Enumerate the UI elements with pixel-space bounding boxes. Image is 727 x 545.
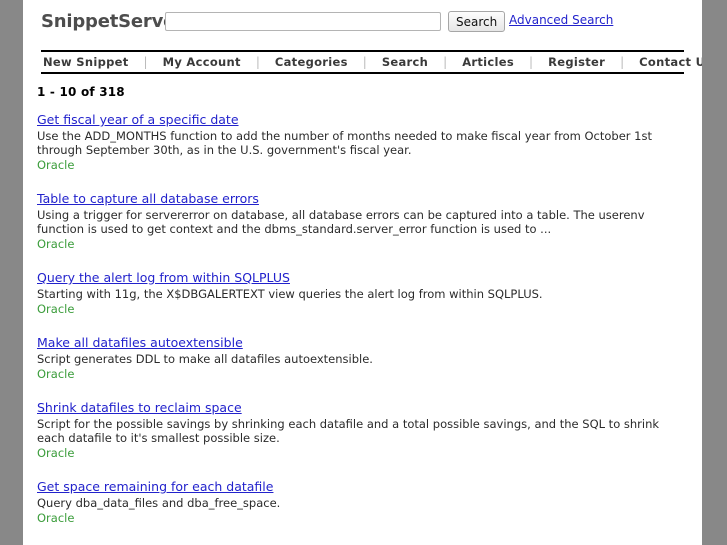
nav-item-register[interactable]: Register (546, 55, 607, 69)
page-container: SnippetServer Search Advanced Search New… (23, 0, 702, 545)
result-description: Using a trigger for servererror on datab… (37, 208, 645, 236)
main-nav: New Snippet | My Account | Categories | … (41, 50, 702, 74)
result-description: Script generates DDL to make all datafil… (37, 352, 373, 366)
result-title-link[interactable]: Query the alert log from within SQLPLUS (37, 270, 290, 285)
nav-separator: | (529, 55, 534, 69)
nav-separator: | (143, 55, 148, 69)
result-item: Query the alert log from within SQLPLUS … (37, 270, 684, 316)
result-item: Table to capture all database errors Usi… (37, 191, 684, 251)
results-area: 1 - 10 of 318 Get fiscal year of a speci… (23, 74, 702, 545)
nav-separator: | (620, 55, 625, 69)
result-description: Use the ADD_MONTHS function to add the n… (37, 129, 652, 157)
result-count: 1 - 10 of 318 (37, 85, 125, 99)
nav-item-contact-us[interactable]: Contact Us (637, 55, 702, 69)
result-title-link[interactable]: Get fiscal year of a specific date (37, 112, 239, 127)
result-description: Query dba_data_files and dba_free_space. (37, 496, 281, 510)
nav-separator: | (362, 55, 367, 69)
result-item: Get space remaining for each datafile Qu… (37, 479, 684, 525)
search-input[interactable] (165, 12, 441, 31)
result-description: Starting with 11g, the X$DBGALERTEXT vie… (37, 287, 543, 301)
result-title-link[interactable]: Make all datafiles autoextensible (37, 335, 243, 350)
nav-item-search[interactable]: Search (380, 55, 430, 69)
result-description: Script for the possible savings by shrin… (37, 417, 660, 445)
result-item: Make all datafiles autoextensible Script… (37, 335, 684, 381)
result-category[interactable]: Oracle (37, 446, 684, 460)
result-title-link[interactable]: Shrink datafiles to reclaim space (37, 400, 242, 415)
site-logo: SnippetServer (41, 11, 184, 32)
result-category[interactable]: Oracle (37, 302, 684, 316)
nav-separator: | (443, 55, 448, 69)
nav-item-articles[interactable]: Articles (460, 55, 516, 69)
nav-separator: | (255, 55, 260, 69)
result-item: Get fiscal year of a specific date Use t… (37, 112, 684, 172)
nav-item-new-snippet[interactable]: New Snippet (41, 55, 131, 69)
result-category[interactable]: Oracle (37, 237, 684, 251)
result-title-link[interactable]: Table to capture all database errors (37, 191, 259, 206)
search-button[interactable]: Search (448, 11, 506, 32)
nav-item-my-account[interactable]: My Account (161, 55, 243, 69)
result-category[interactable]: Oracle (37, 158, 684, 172)
site-header: SnippetServer Search Advanced Search (23, 0, 702, 44)
result-item: Shrink datafiles to reclaim space Script… (37, 400, 684, 460)
advanced-search-link[interactable]: Advanced Search (509, 13, 613, 27)
result-title-link[interactable]: Get space remaining for each datafile (37, 479, 273, 494)
result-category[interactable]: Oracle (37, 367, 684, 381)
result-category[interactable]: Oracle (37, 511, 684, 525)
nav-item-categories[interactable]: Categories (273, 55, 350, 69)
